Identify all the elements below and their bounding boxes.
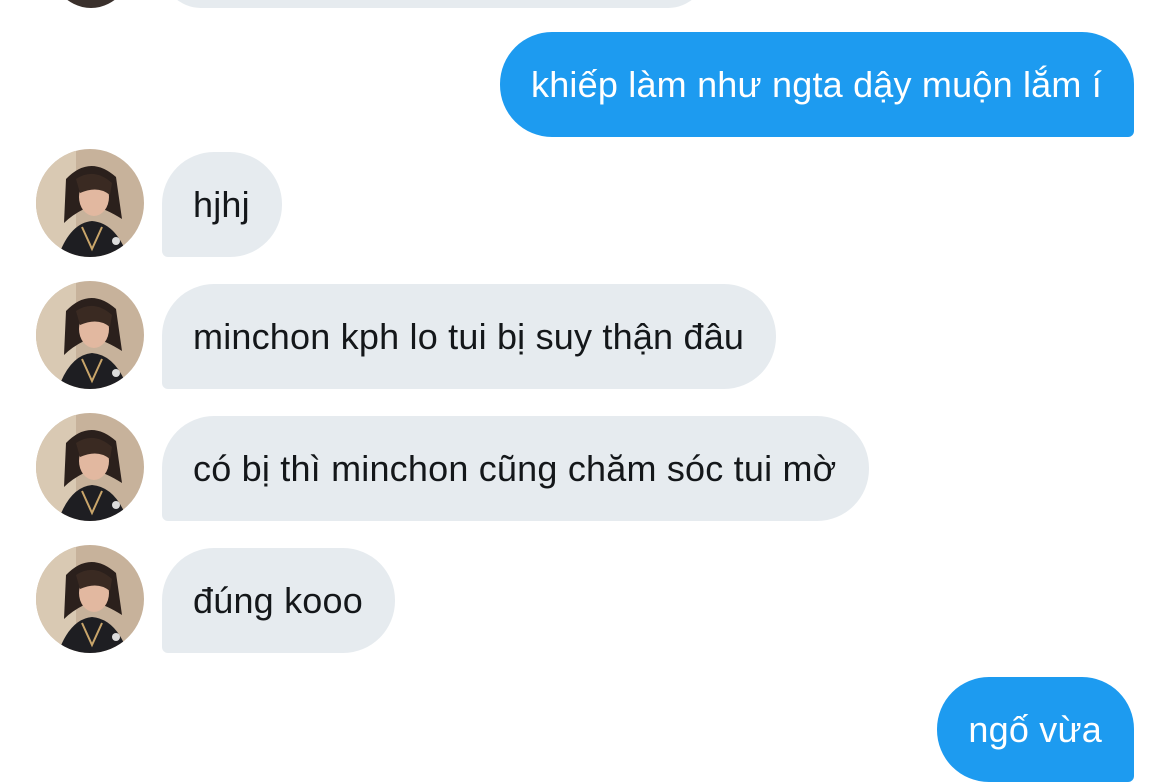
sender-avatar[interactable]	[36, 149, 144, 257]
avatar-partial[interactable]	[46, 0, 136, 8]
message-text: khiếp làm như ngta dậy muộn lắm í	[531, 63, 1102, 105]
sender-avatar[interactable]	[36, 413, 144, 521]
avatar-image	[36, 281, 144, 389]
message-text: có bị thì minchon cũng chăm sóc tui mờ	[193, 447, 837, 489]
message-text: minchon kph lo tui bị suy thận đâu	[193, 315, 745, 357]
sender-avatar[interactable]	[36, 545, 144, 653]
received-message-bubble[interactable]: đúng kooo	[162, 548, 395, 653]
avatar-image	[36, 149, 144, 257]
avatar-image	[36, 545, 144, 653]
message-bubble-partial	[162, 0, 707, 8]
message-text: ngố vừa	[968, 708, 1102, 750]
received-message-bubble[interactable]: hjhj	[162, 152, 282, 257]
message-text: đúng kooo	[193, 579, 363, 621]
avatar-image	[36, 413, 144, 521]
received-message-bubble[interactable]: có bị thì minchon cũng chăm sóc tui mờ	[162, 416, 869, 521]
sender-avatar[interactable]	[36, 281, 144, 389]
message-text: hjhj	[193, 183, 250, 225]
received-message-bubble[interactable]: minchon kph lo tui bị suy thận đâu	[162, 284, 777, 389]
sent-message-bubble[interactable]: khiếp làm như ngta dậy muộn lắm í	[500, 32, 1134, 137]
sent-message-bubble[interactable]: ngố vừa	[937, 677, 1134, 782]
